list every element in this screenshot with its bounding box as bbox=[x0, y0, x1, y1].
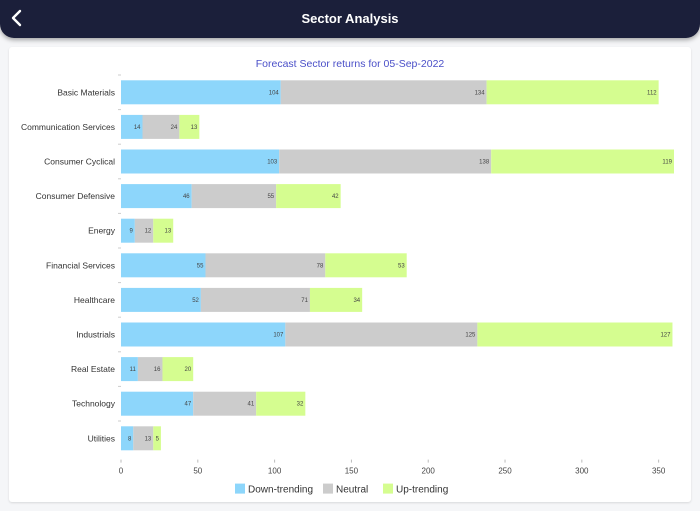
bar-neutral[interactable] bbox=[280, 80, 487, 105]
x-tick-label: 200 bbox=[422, 467, 436, 476]
value-label: 127 bbox=[660, 333, 671, 339]
bar-up-trending[interactable] bbox=[325, 253, 407, 278]
legend-item[interactable]: Down-trending bbox=[248, 485, 313, 496]
bar-up-trending[interactable] bbox=[477, 322, 673, 347]
legend-swatch bbox=[383, 483, 393, 494]
category-label: Industrials bbox=[76, 330, 115, 340]
value-label: 125 bbox=[465, 333, 476, 339]
legend-swatch bbox=[323, 483, 333, 494]
value-label: 46 bbox=[183, 194, 190, 200]
value-label: 112 bbox=[647, 90, 657, 96]
category-label: Utilities bbox=[88, 433, 115, 443]
bar-down-trending[interactable] bbox=[121, 287, 201, 312]
value-label: 134 bbox=[475, 90, 486, 96]
x-tick-label: 250 bbox=[498, 467, 512, 476]
value-label: 12 bbox=[145, 229, 152, 235]
value-label: 52 bbox=[192, 298, 199, 304]
app-header: Sector Analysis bbox=[0, 0, 700, 38]
sector-chart: Forecast Sector returns for 05-Sep-2022 … bbox=[21, 58, 674, 496]
category-label: Healthcare bbox=[74, 295, 115, 305]
bar-neutral[interactable] bbox=[191, 184, 277, 209]
legend-item[interactable]: Up-trending bbox=[396, 485, 448, 496]
bar-neutral[interactable] bbox=[200, 287, 310, 312]
value-label: 119 bbox=[662, 160, 672, 166]
bar-up-trending[interactable] bbox=[486, 80, 659, 105]
category-label: Communication Services bbox=[21, 122, 115, 132]
bar-down-trending[interactable] bbox=[121, 80, 281, 105]
bar-neutral[interactable] bbox=[285, 322, 478, 347]
legend-swatch bbox=[235, 483, 245, 494]
value-label: 11 bbox=[130, 367, 137, 373]
x-tick-label: 150 bbox=[345, 467, 359, 476]
category-label: Financial Services bbox=[46, 260, 115, 270]
category-label: Consumer Cyclical bbox=[44, 157, 115, 167]
category-label: Technology bbox=[72, 399, 116, 409]
x-tick-label: 0 bbox=[119, 467, 124, 476]
value-label: 53 bbox=[398, 263, 405, 269]
value-label: 71 bbox=[301, 298, 308, 304]
category-label: Energy bbox=[88, 226, 116, 236]
value-label: 55 bbox=[267, 194, 274, 200]
value-label: 107 bbox=[273, 333, 284, 339]
category-label: Real Estate bbox=[71, 364, 115, 374]
bar-down-trending[interactable] bbox=[121, 391, 194, 416]
x-tick-label: 300 bbox=[575, 467, 589, 476]
bar-down-trending[interactable] bbox=[121, 184, 192, 209]
value-label: 34 bbox=[353, 298, 360, 304]
value-label: 55 bbox=[197, 263, 204, 269]
value-label: 14 bbox=[134, 125, 141, 131]
x-tick-label: 100 bbox=[268, 467, 282, 476]
value-label: 13 bbox=[145, 436, 152, 442]
value-label: 104 bbox=[269, 90, 280, 96]
value-label: 24 bbox=[171, 125, 178, 131]
bar-neutral[interactable] bbox=[279, 149, 492, 174]
value-label: 16 bbox=[154, 367, 161, 373]
bar-neutral[interactable] bbox=[205, 253, 326, 278]
category-label: Consumer Defensive bbox=[36, 191, 116, 201]
category-label: Basic Materials bbox=[57, 87, 115, 97]
value-label: 138 bbox=[479, 160, 490, 166]
value-label: 13 bbox=[191, 125, 198, 131]
value-label: 42 bbox=[332, 194, 339, 200]
bar-down-trending[interactable] bbox=[121, 253, 206, 278]
bar-down-trending[interactable] bbox=[121, 149, 280, 174]
value-label: 20 bbox=[185, 367, 192, 373]
value-label: 32 bbox=[297, 402, 304, 408]
legend-item[interactable]: Neutral bbox=[336, 485, 368, 496]
page-title: Sector Analysis bbox=[301, 11, 399, 26]
value-label: 41 bbox=[247, 402, 254, 408]
value-label: 13 bbox=[165, 229, 172, 235]
chart-title: Forecast Sector returns for 05-Sep-2022 bbox=[256, 58, 445, 70]
x-tick-label: 50 bbox=[193, 467, 202, 476]
value-label: 78 bbox=[317, 263, 324, 269]
x-tick-label: 350 bbox=[652, 467, 666, 476]
value-label: 47 bbox=[185, 402, 192, 408]
bar-up-trending[interactable] bbox=[491, 149, 674, 174]
value-label: 103 bbox=[267, 160, 278, 166]
chart-card: Forecast Sector returns for 05-Sep-2022 … bbox=[9, 47, 691, 502]
bar-down-trending[interactable] bbox=[121, 322, 286, 347]
